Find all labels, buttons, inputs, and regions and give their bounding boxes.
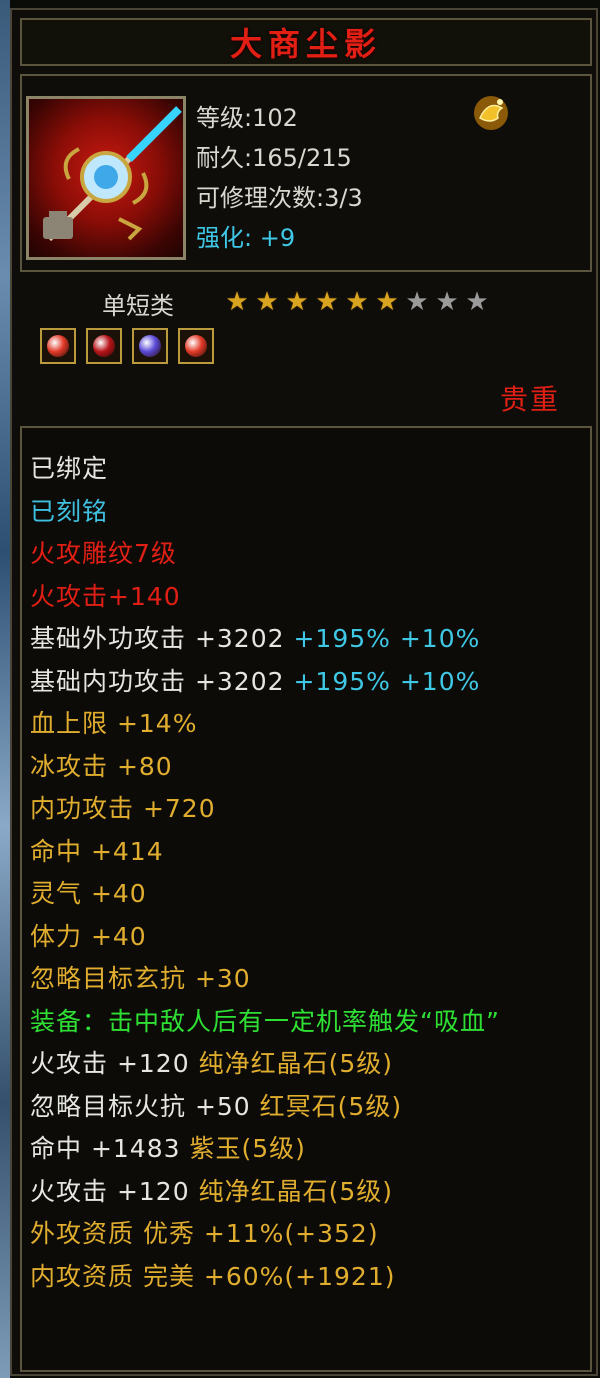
attribute-row: 基础外功攻击 +3202 +195% +10% — [30, 618, 586, 661]
attribute-row: 已绑定 — [30, 448, 586, 491]
gem-core — [185, 335, 207, 357]
star-filled-icon: ★ — [345, 287, 369, 317]
star-filled-icon: ★ — [315, 287, 339, 317]
attribute-gem-source: 紫玉(5级) — [189, 1134, 306, 1163]
attribute-text: 火攻雕纹7级 — [30, 539, 177, 568]
attribute-text: 体力 +40 — [30, 921, 147, 951]
attribute-row: 忽略目标火抗 +50 红冥石(5级) — [30, 1086, 586, 1129]
star-filled-icon: ★ — [255, 287, 279, 317]
attribute-list: 已绑定已刻铭火攻雕纹7级 火攻击+140 基础外功攻击 +3202 +195% +1… — [30, 448, 586, 1298]
item-repair-count: 可修理次数:3/3 — [196, 184, 363, 212]
attribute-row: 体力 +40 — [30, 916, 586, 959]
attribute-text: 火攻击 +120 — [30, 1176, 199, 1206]
attribute-text: 内功攻击 +720 — [30, 794, 216, 823]
attribute-row: 火攻击 +120 纯净红晶石(5级) — [30, 1171, 586, 1214]
attribute-text: 已刻铭 — [30, 496, 109, 526]
attribute-text: 基础内功攻击 +3202 — [30, 666, 294, 696]
attribute-text: 火攻击+140 — [30, 581, 181, 611]
attribute-gem-source: 纯净红晶石(5级) — [198, 1049, 393, 1078]
attribute-row: 基础内功攻击 +3202 +195% +10% — [30, 661, 586, 704]
attribute-text: 外攻资质 优秀 +11%(+352) — [30, 1219, 379, 1248]
item-weapon-icon[interactable] — [26, 96, 186, 260]
gem-core — [139, 335, 161, 357]
red-crystal-gem-icon[interactable] — [40, 328, 76, 364]
star-empty-icon: ★ — [435, 287, 459, 317]
attribute-gem-source: 红冥石(5级) — [259, 1091, 403, 1121]
attribute-text: 灵气 +40 — [30, 879, 147, 908]
attribute-text: 命中 +1483 — [30, 1134, 190, 1163]
item-rarity: 贵重 — [499, 383, 560, 416]
attribute-row: 命中 +1483 紫玉(5级) — [30, 1128, 586, 1171]
attribute-bonus: +195% +10% — [293, 624, 481, 653]
attribute-bonus: +195% +10% — [293, 666, 481, 696]
star-empty-icon: ★ — [465, 287, 489, 317]
attribute-row: 命中 +414 — [30, 831, 586, 874]
attribute-text: 命中 +414 — [30, 836, 164, 866]
attribute-text: 忽略目标玄抗 +30 — [30, 964, 251, 993]
socketed-gems — [40, 328, 214, 364]
red-dark-gem-icon[interactable] — [86, 328, 122, 364]
purple-jade-gem-icon[interactable] — [132, 328, 168, 364]
attribute-text: 已绑定 — [30, 454, 109, 483]
red-crystal-gem-icon[interactable] — [178, 328, 214, 364]
attribute-row: 外攻资质 优秀 +11%(+352) — [30, 1213, 586, 1256]
attribute-text: 基础外功攻击 +3202 — [30, 624, 294, 653]
background-window-edge — [0, 0, 10, 1378]
attribute-row: 忽略目标玄抗 +30 — [30, 958, 586, 1001]
item-category: 单短类 — [102, 292, 174, 320]
attribute-text: 忽略目标火抗 +50 — [30, 1091, 260, 1121]
item-name: 大商尘影 — [229, 25, 382, 63]
attribute-row: 装备：击中敌人后有一定机率触发“吸血” — [30, 1001, 586, 1044]
item-level: 等级:102 — [196, 104, 298, 132]
gem-core — [93, 335, 115, 357]
star-filled-icon: ★ — [375, 287, 399, 317]
gem-core — [47, 335, 69, 357]
attribute-row: 已刻铭 — [30, 491, 586, 534]
star-empty-icon: ★ — [405, 287, 429, 317]
attribute-row: 火攻雕纹7级 — [30, 533, 586, 576]
star-filled-icon: ★ — [225, 287, 249, 317]
attribute-text: 装备：击中敌人后有一定机率触发“吸血” — [30, 1006, 500, 1036]
attribute-row: 灵气 +40 — [30, 873, 586, 916]
gold-emblem-icon — [470, 92, 512, 134]
attribute-row: 火攻击+140 — [30, 576, 586, 619]
tooltip-titlebar: 大商尘影 — [20, 18, 592, 66]
star-rating: ★ ★ ★ ★ ★ ★ ★ ★ ★ — [222, 288, 492, 316]
attribute-row: 内功攻击 +720 — [30, 788, 586, 831]
item-enhance: 强化: +9 — [196, 224, 296, 252]
star-filled-icon: ★ — [285, 287, 309, 317]
attribute-text: 冰攻击 +80 — [30, 751, 173, 781]
attribute-text: 内攻资质 完美 +60%(+1921) — [30, 1261, 396, 1291]
attribute-row: 内攻资质 完美 +60%(+1921) — [30, 1256, 586, 1299]
attribute-row: 血上限 +14% — [30, 703, 586, 746]
attribute-gem-source: 纯净红晶石(5级) — [198, 1176, 393, 1206]
attribute-text: 血上限 +14% — [30, 709, 198, 738]
attribute-row: 火攻击 +120 纯净红晶石(5级) — [30, 1043, 586, 1086]
attribute-text: 火攻击 +120 — [30, 1049, 199, 1078]
attribute-row: 冰攻击 +80 — [30, 746, 586, 789]
item-durability: 耐久:165/215 — [196, 144, 352, 172]
